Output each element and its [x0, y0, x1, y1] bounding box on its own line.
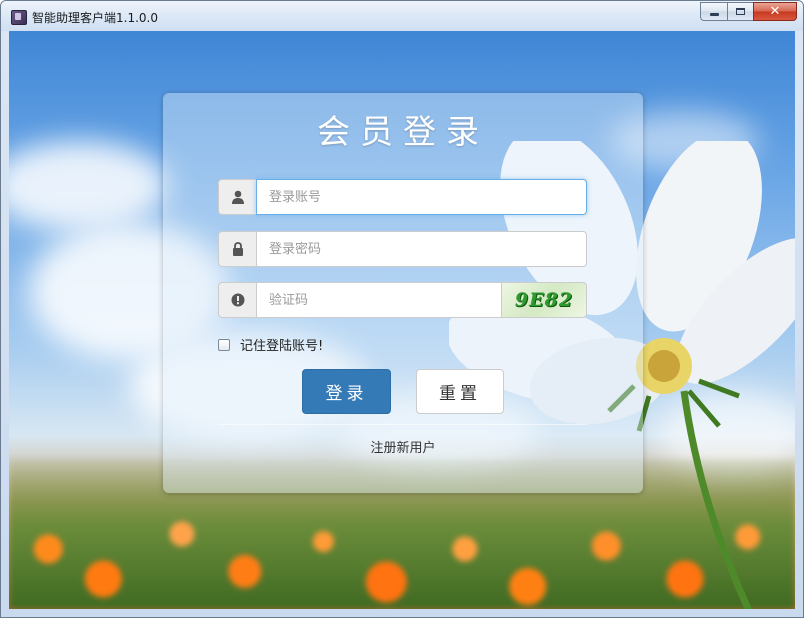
register-link[interactable]: 注册新用户: [163, 437, 643, 456]
login-background: 会员登录 登录账号 验证码 9E82 记住登陆账号! 登录 重置 注册新用户: [9, 31, 795, 609]
password-field: [218, 231, 587, 267]
reset-button[interactable]: 重置: [416, 369, 504, 414]
maximize-button[interactable]: [727, 2, 753, 21]
user-icon: [231, 190, 244, 204]
lock-icon: [232, 242, 243, 256]
app-window: 智能助理客户端1.1.0.0 ✕ 会员登录 登录账号 验证码 9E82 记住登陆…: [0, 0, 804, 618]
password-input[interactable]: [256, 231, 587, 267]
close-button[interactable]: ✕: [753, 2, 797, 21]
minimize-button[interactable]: [700, 2, 727, 21]
captcha-input[interactable]: [256, 282, 501, 318]
captcha-field: 9E82: [218, 282, 587, 318]
maximize-icon: [736, 8, 745, 15]
password-addon: [218, 231, 256, 267]
minimize-icon: [709, 13, 719, 16]
login-panel: 会员登录 登录账号 验证码 9E82 记住登陆账号! 登录 重置 注册新用户: [163, 93, 643, 493]
window-controls: ✕: [700, 2, 797, 22]
login-button[interactable]: 登录: [302, 369, 391, 414]
background-cloud: [9, 141, 169, 231]
remember-label: 记住登陆账号!: [240, 339, 324, 354]
remember-checkbox[interactable]: [218, 338, 230, 351]
captcha-image[interactable]: 9E82: [501, 282, 587, 318]
account-addon: [218, 179, 256, 215]
account-input[interactable]: [256, 179, 587, 215]
remember-account[interactable]: 记住登陆账号!: [218, 335, 323, 354]
account-field: [218, 179, 587, 215]
title-bar[interactable]: 智能助理客户端1.1.0.0 ✕: [1, 1, 803, 31]
close-icon: ✕: [769, 4, 781, 19]
app-icon: [11, 10, 27, 25]
window-title: 智能助理客户端1.1.0.0: [32, 11, 158, 25]
panel-title: 会员登录: [317, 112, 489, 151]
captcha-addon: [218, 282, 256, 318]
divider: [218, 424, 587, 425]
exclamation-circle-icon: [231, 293, 244, 307]
